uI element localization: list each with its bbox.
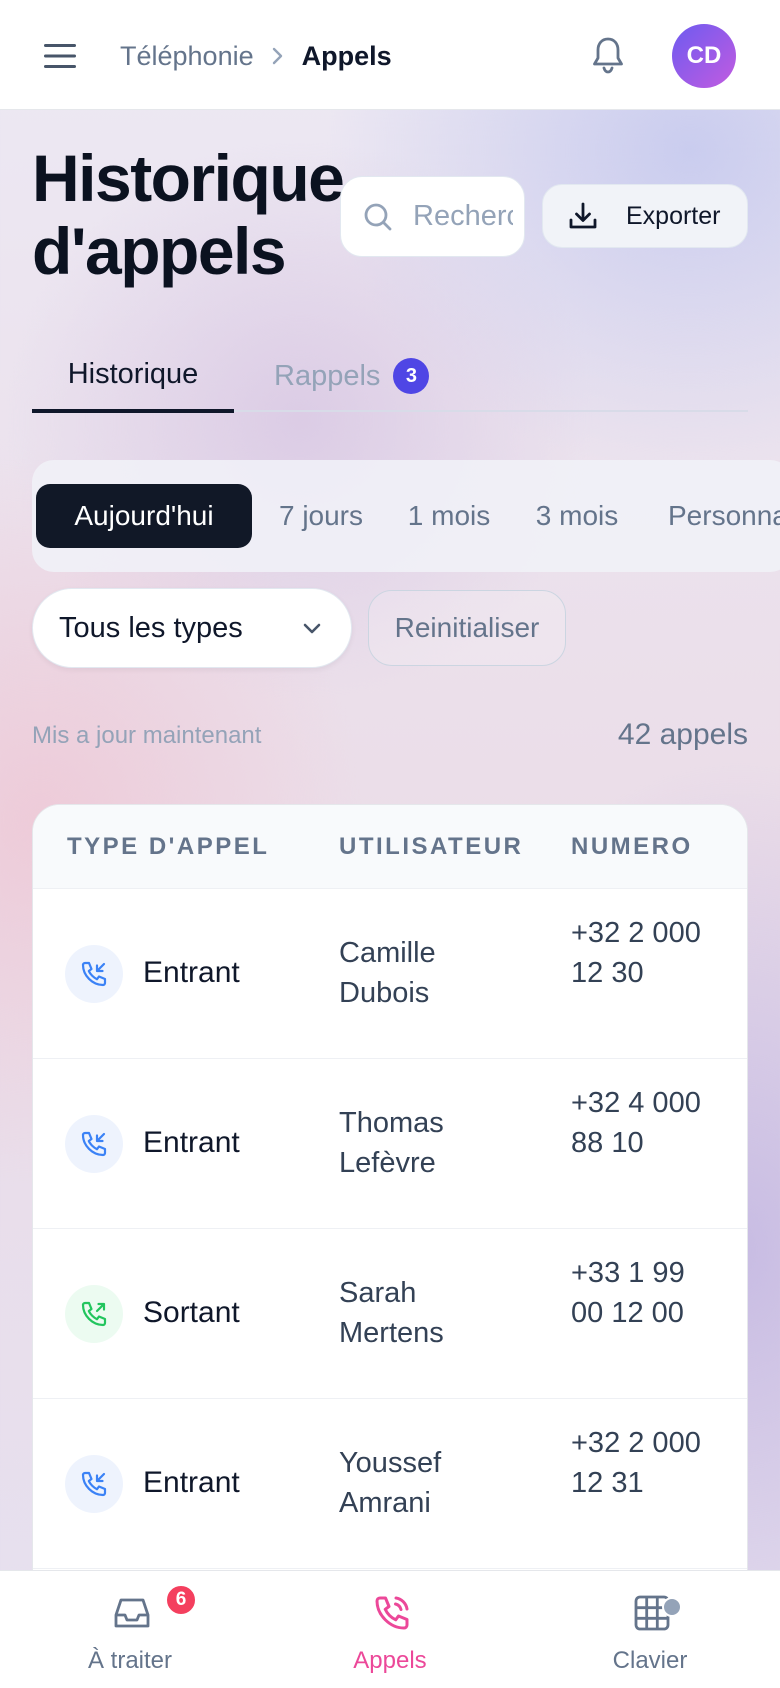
nav-item-appels[interactable]: Appels: [290, 1571, 490, 1688]
reset-filters-button[interactable]: Reinitialiser: [368, 590, 566, 666]
date-range-selector: Aujourd'hui 7 jours 1 mois 3 mois Person…: [32, 460, 780, 572]
search-input[interactable]: [413, 200, 513, 233]
incoming-call-icon: [65, 1115, 123, 1173]
table-row[interactable]: Entrant Camille Dubois +32 2 000 12 30: [33, 889, 747, 1059]
call-type-label: Entrant: [143, 1126, 240, 1159]
table-header: TYPE D'APPEL UTILISATEUR NUMERO: [33, 805, 747, 889]
menu-icon: [44, 44, 76, 68]
breadcrumb-parent[interactable]: Téléphonie: [120, 41, 254, 72]
tab-rappels[interactable]: Rappels 3: [274, 340, 430, 412]
phone-icon: [370, 1591, 414, 1635]
chevron-down-icon: [303, 623, 321, 634]
page-title-line2: d'appels: [32, 214, 287, 288]
call-type-label: Entrant: [143, 956, 240, 989]
phone-number[interactable]: +32 2 000 12 30: [571, 913, 711, 993]
nav-item-a-traiter[interactable]: 6 À traiter: [30, 1571, 230, 1688]
inbox-icon: [110, 1591, 154, 1635]
export-label: Exporter: [626, 201, 721, 230]
nav-item-clavier[interactable]: Clavier: [550, 1571, 750, 1688]
range-option-1-month[interactable]: 1 mois: [404, 460, 494, 572]
table-row[interactable]: Sortant Sarah Mertens +33 1 99 00 12 00: [33, 1229, 747, 1399]
range-option-3-months[interactable]: 3 mois: [532, 460, 622, 572]
export-button[interactable]: Exporter: [542, 184, 748, 248]
a-traiter-badge: 6: [164, 1583, 198, 1617]
call-type-label: Sortant: [143, 1296, 240, 1329]
search-box[interactable]: [340, 176, 525, 257]
bottom-navigation: 6 À traiter Appels Clavier: [0, 1570, 780, 1688]
call-type-label: Entrant: [143, 1466, 240, 1499]
nav-label-a-traiter: À traiter: [87, 1647, 173, 1674]
clavier-status-dot: [662, 1597, 682, 1617]
call-type-select[interactable]: Tous les types: [32, 588, 352, 668]
range-option-custom[interactable]: Personnalisé: [668, 460, 780, 572]
top-bar: Téléphonie Appels CD: [0, 0, 780, 110]
range-option-today[interactable]: Aujourd'hui: [36, 484, 252, 548]
call-count: 42 appels: [617, 718, 748, 751]
page-title-line1: Historique: [32, 141, 345, 215]
chevron-right-icon: [272, 47, 284, 65]
nav-label-clavier: Clavier: [612, 1647, 688, 1674]
column-header-user[interactable]: UTILISATEUR: [339, 833, 523, 861]
range-option-7-days[interactable]: 7 jours: [276, 460, 366, 572]
notifications-button[interactable]: [588, 35, 628, 75]
user-name: Thomas Lefèvre: [339, 1107, 444, 1179]
calls-table: TYPE D'APPEL UTILISATEUR NUMERO Entrant …: [32, 804, 748, 1688]
page-title: Historique d'appels: [32, 141, 345, 288]
call-type-select-value: Tous les types: [59, 611, 243, 644]
phone-number[interactable]: +32 4 000 88 10: [571, 1083, 711, 1163]
tab-historique-label: Historique: [67, 358, 199, 390]
rappels-count-badge: 3: [393, 358, 430, 394]
user-name: Sarah Mertens: [339, 1277, 444, 1349]
search-icon: [364, 203, 392, 230]
phone-number[interactable]: +32 2 000 12 31: [571, 1423, 711, 1503]
last-updated-text: Mis a jour maintenant: [32, 722, 262, 749]
outgoing-call-icon: [65, 1285, 123, 1343]
avatar[interactable]: CD: [672, 24, 736, 88]
menu-button[interactable]: [40, 36, 80, 76]
incoming-call-icon: [65, 945, 123, 1003]
tab-bar: Historique Rappels 3: [32, 340, 748, 413]
download-icon: [569, 202, 597, 229]
tab-rappels-label: Rappels: [274, 359, 381, 392]
phone-number[interactable]: +33 1 99 00 12 00: [571, 1253, 711, 1333]
bell-icon: [593, 37, 623, 74]
column-header-type[interactable]: TYPE D'APPEL: [67, 833, 269, 861]
column-header-number[interactable]: NUMERO: [571, 833, 693, 861]
breadcrumb: Téléphonie Appels: [120, 36, 392, 76]
user-name: Youssef Amrani: [339, 1447, 442, 1519]
incoming-call-icon: [65, 1455, 123, 1513]
user-name: Camille Dubois: [339, 937, 436, 1009]
table-row[interactable]: Entrant Youssef Amrani +32 2 000 12 31: [33, 1399, 747, 1569]
breadcrumb-current: Appels: [301, 40, 392, 71]
nav-label-appels: Appels: [353, 1647, 427, 1674]
table-row[interactable]: Entrant Thomas Lefèvre +32 4 000 88 10: [33, 1059, 747, 1229]
tab-historique[interactable]: Historique: [32, 340, 234, 413]
